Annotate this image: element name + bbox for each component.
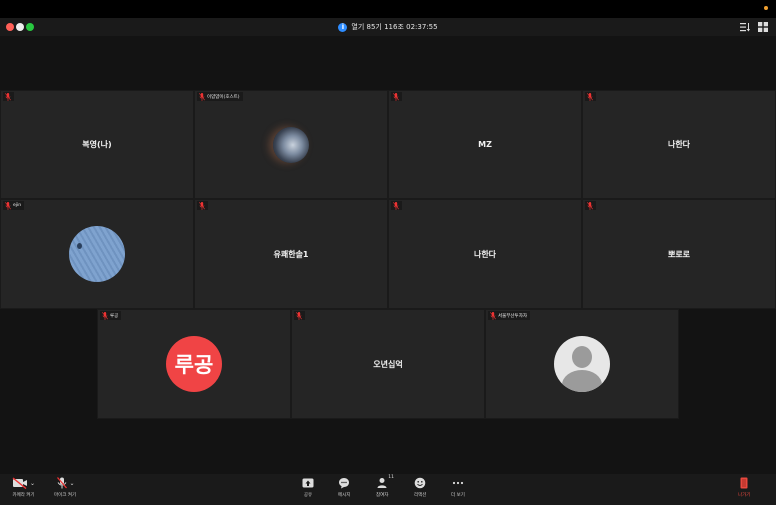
chevron-down-icon[interactable]: ⌄ — [70, 480, 75, 487]
participant-name: 복영(나) — [82, 140, 112, 149]
smiley-icon — [414, 477, 426, 489]
reaction-button-label: 리액션 — [414, 493, 427, 498]
participant-name: 오년십억 — [373, 359, 403, 369]
chat-bubble-icon — [339, 478, 350, 489]
person-icon — [377, 478, 387, 488]
reaction-button[interactable]: 리액션 — [414, 476, 426, 498]
participants-button-label: 참여자 — [376, 493, 389, 498]
participants-count: 11 — [388, 475, 394, 480]
participant-tile[interactable]: 오년십억 — [291, 309, 485, 419]
leave-button[interactable]: 나가기 — [738, 476, 750, 498]
participant-name: 유쾌한솔1 — [273, 249, 309, 259]
menu-bar — [0, 0, 776, 18]
participant-tile[interactable]: ejin — [0, 199, 194, 309]
leave-door-icon — [740, 477, 748, 489]
avatar — [69, 226, 125, 282]
participant-name: MZ — [478, 140, 492, 149]
participant-tile[interactable]: 루공 루공 — [97, 309, 291, 419]
info-icon[interactable]: i — [338, 22, 348, 32]
participant-name: 뽀로로 — [667, 249, 691, 259]
mic-button-label: 마이크 켜기 — [54, 493, 77, 498]
mic-button[interactable]: ⌄ 마이크 켜기 — [54, 476, 76, 498]
share-button[interactable]: 공유 — [302, 476, 314, 498]
chevron-down-icon[interactable]: ⌄ — [30, 480, 35, 487]
camera-button-label: 카메라 켜기 — [12, 493, 35, 498]
title-bar: i 열기 85기 116조 02:37:55 — [0, 18, 776, 36]
more-button[interactable]: 더 보기 — [451, 476, 465, 498]
gallery-view-icon[interactable] — [758, 22, 768, 32]
participant-tile[interactable]: MZ — [388, 90, 582, 199]
participants-button[interactable]: 11 참여자 — [376, 475, 394, 498]
camera-off-icon — [12, 477, 27, 489]
participant-tile[interactable]: 나한다 — [582, 90, 776, 199]
participant-name: 나한다 — [667, 140, 691, 149]
sort-list-icon[interactable] — [740, 22, 750, 32]
camera-button[interactable]: ⌄ 카메라 켜기 — [12, 476, 35, 498]
participant-name: 나한다 — [473, 249, 497, 259]
share-button-label: 공유 — [303, 493, 313, 498]
avatar: 루공 — [166, 336, 222, 392]
message-button-label: 메시지 — [338, 493, 351, 498]
participant-tile[interactable]: 복영(나) — [0, 90, 194, 199]
participant-tile[interactable]: 유쾌한솔1 — [194, 199, 388, 309]
window-title: i 열기 85기 116조 02:37:55 — [0, 18, 776, 36]
participant-tile[interactable]: 서울부산투자자 — [485, 309, 679, 419]
participant-tile[interactable]: 나한다 — [388, 199, 582, 309]
video-gallery: 복영(나) 이얌얌이(호스트) MZ 나한다 ejin 유쾌한솔1 나한다 뽀로… — [0, 36, 776, 474]
avatar — [273, 126, 309, 163]
participant-tile[interactable]: 뽀로로 — [582, 199, 776, 309]
mic-muted-icon — [56, 477, 67, 489]
message-button[interactable]: 메시지 — [338, 476, 350, 498]
share-screen-icon — [302, 478, 314, 487]
leave-button-label: 나가기 — [738, 493, 751, 498]
recording-indicator-icon — [764, 6, 768, 10]
more-dots-icon — [452, 481, 464, 485]
meeting-toolbar: ⌄ 카메라 켜기 ⌄ 마이크 켜기 공유 메시지 11 참여자 리액션 더 보기… — [0, 474, 776, 505]
default-avatar-icon — [554, 336, 610, 392]
more-button-label: 더 보기 — [451, 493, 465, 498]
participant-tile[interactable]: 이얌얌이(호스트) — [194, 90, 388, 199]
window-title-text: 열기 85기 116조 02:37:55 — [351, 23, 438, 31]
